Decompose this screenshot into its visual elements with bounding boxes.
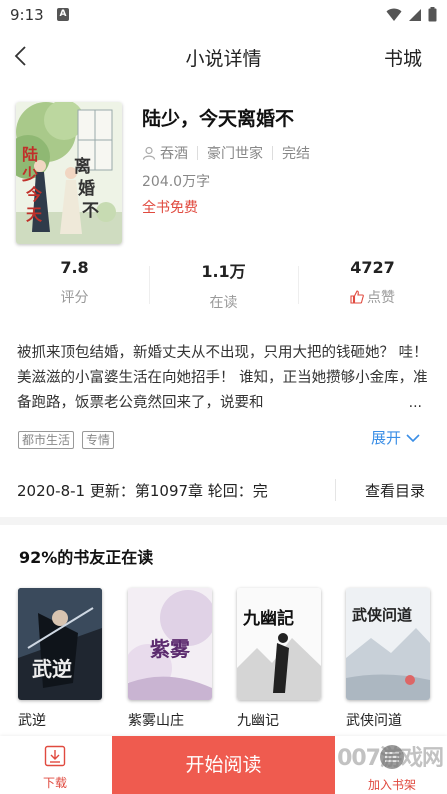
recommend-title: 92%的书友正在读 xyxy=(19,548,154,567)
update-divider xyxy=(335,479,336,501)
download-button[interactable]: 下载 xyxy=(30,744,80,791)
bookstore-link[interactable]: 书城 xyxy=(384,44,422,71)
expand-label: 展开 xyxy=(370,429,401,447)
book-category[interactable]: 豪门世家 xyxy=(207,143,263,163)
stat-label-text: 点赞 xyxy=(367,290,395,306)
stat-value: 1.1万 xyxy=(201,262,246,281)
chevron-down-icon xyxy=(406,433,420,442)
add-shelf-icon xyxy=(380,745,404,769)
svg-text:今: 今 xyxy=(25,185,42,204)
svg-text:离: 离 xyxy=(74,156,91,177)
book-cover[interactable]: 陆 少 今 天 离 婚 不 xyxy=(16,102,122,244)
top-nav-bar: 小说详情 书城 xyxy=(0,30,447,82)
stat-rating: 7.8 评分 xyxy=(0,258,149,314)
page-title: 小说详情 xyxy=(185,48,262,70)
svg-text:不: 不 xyxy=(82,201,99,221)
latest-update-text: 2020-8-1 更新：第1097章 轮回：完 xyxy=(17,482,268,500)
recommend-book[interactable]: 紫雾 紫雾山庄 xyxy=(128,588,212,730)
book-stats: 7.8 评分 1.1万 在读 4727 点赞 xyxy=(0,258,447,314)
recommend-book-name: 武逆 xyxy=(18,713,46,729)
author-icon xyxy=(142,146,156,160)
book-meta: 吞酒 豪门世家 完结 xyxy=(142,143,310,163)
system-icons xyxy=(386,7,437,22)
add-to-shelf-label: 加入书架 xyxy=(367,778,416,792)
start-reading-button[interactable]: 开始阅读 xyxy=(112,736,335,794)
recommend-cover-text: 武侠问道 xyxy=(352,606,412,624)
book-cover-illustration: 陆 少 今 天 离 婚 不 xyxy=(16,102,122,244)
section-divider xyxy=(0,517,447,525)
tag[interactable]: 专情 xyxy=(82,431,115,449)
recommend-book-name: 武侠问道 xyxy=(346,713,402,729)
stat-label: 点赞 xyxy=(298,287,447,307)
recommend-book-cover: 九幽記 xyxy=(237,588,321,700)
recommend-book-name: 九幽记 xyxy=(237,713,279,729)
stat-label-text: 在读 xyxy=(209,295,238,311)
book-header: 陆 少 今 天 离 婚 不 陆少，今天离婚不 吞酒 豪门世家 完结 204.0万… xyxy=(0,100,447,250)
status-bar: 9:13 A xyxy=(0,0,447,30)
stat-value: 7.8 xyxy=(60,258,89,277)
status-time: 9:13 xyxy=(10,6,44,24)
download-icon xyxy=(44,745,66,767)
meta-divider xyxy=(197,146,198,160)
svg-text:少: 少 xyxy=(21,165,38,184)
recommend-book-name: 紫雾山庄 xyxy=(128,713,184,729)
recommend-cover-text: 紫雾 xyxy=(150,637,191,661)
svg-text:天: 天 xyxy=(26,205,43,224)
signal-icon xyxy=(409,8,421,21)
download-label: 下载 xyxy=(42,776,67,790)
recommend-book[interactable]: 武侠问道 武侠问道 xyxy=(346,588,430,730)
battery-icon xyxy=(428,7,437,22)
intro-ellipsis: ... xyxy=(330,391,430,416)
tag[interactable]: 都市生活 xyxy=(18,431,75,449)
latest-update-row[interactable]: 2020-8-1 更新：第1097章 轮回：完 查看目录 xyxy=(0,467,447,511)
svg-text:陆: 陆 xyxy=(22,145,38,164)
recommend-cover-text: 九幽記 xyxy=(242,608,294,629)
tag-list: 都市生活 专情 xyxy=(18,431,115,449)
book-title: 陆少，今天离婚不 xyxy=(142,108,295,130)
svg-text:婚: 婚 xyxy=(78,178,95,199)
recommend-book[interactable]: 九幽記 九幽记 xyxy=(237,588,321,730)
recommend-book-cover: 武逆 xyxy=(18,588,102,700)
stat-label: 在读 xyxy=(149,292,298,312)
thumbs-up-icon xyxy=(350,290,364,304)
notification-a-icon: A xyxy=(57,8,69,21)
book-author[interactable]: 吞酒 xyxy=(160,143,188,163)
price-label: 全书免费 xyxy=(142,200,198,216)
wifi-icon xyxy=(386,8,402,21)
meta-divider xyxy=(272,146,273,160)
add-to-shelf-button[interactable]: 加入书架 xyxy=(360,744,424,793)
stat-likes[interactable]: 4727 点赞 xyxy=(298,258,447,314)
word-count: 204.0万字 xyxy=(142,174,211,190)
recommend-book-cover: 紫雾 xyxy=(128,588,212,700)
recommend-cover-text: 武逆 xyxy=(32,657,72,681)
book-status: 完结 xyxy=(282,146,310,162)
stat-label: 评分 xyxy=(0,287,149,307)
catalog-button[interactable]: 查看目录 xyxy=(365,480,425,501)
stat-label-text: 评分 xyxy=(60,290,89,306)
stat-reading: 1.1万 在读 xyxy=(149,258,298,314)
recommend-book[interactable]: 武逆 武逆 xyxy=(18,588,102,730)
stat-value: 4727 xyxy=(350,258,395,277)
recommend-book-cover: 武侠问道 xyxy=(346,588,430,700)
bottom-action-bar: 下载 开始阅读 加入书架 xyxy=(0,736,447,794)
expand-button[interactable]: 展开 xyxy=(371,427,420,448)
